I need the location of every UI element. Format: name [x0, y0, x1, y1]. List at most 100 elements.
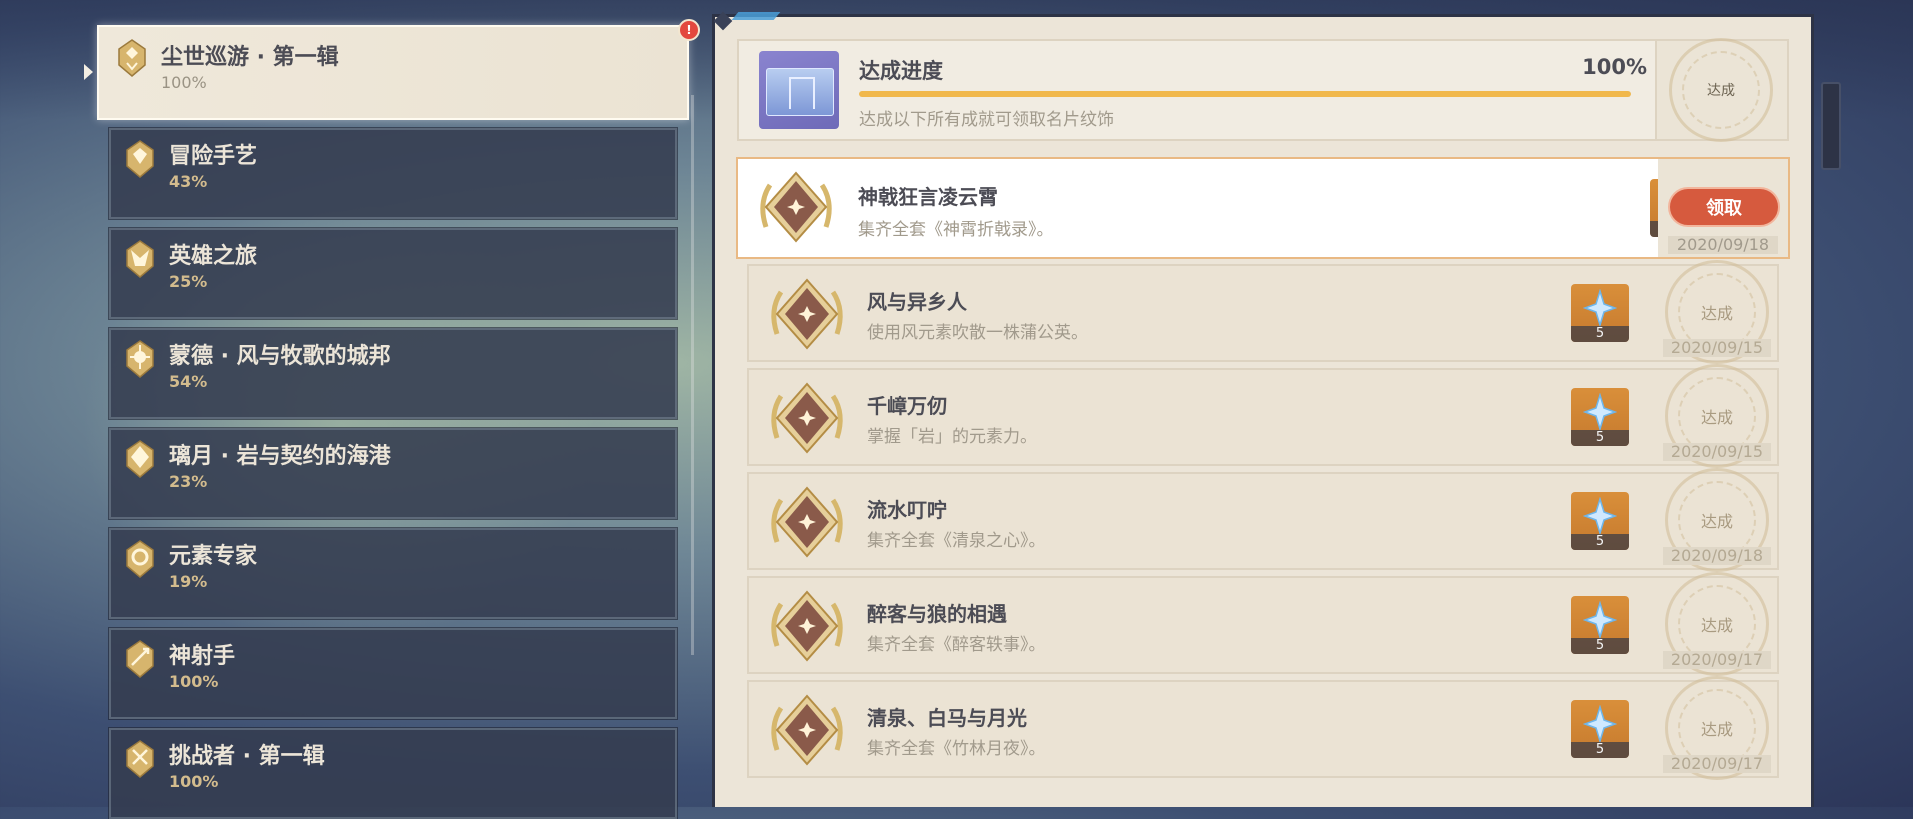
category-title: 元素专家	[169, 544, 258, 569]
achievement-medal-icon	[771, 590, 843, 662]
category-item-6[interactable]: 神射手 100%	[108, 627, 678, 720]
achievement-description: 集齐全套《竹林月夜》。	[867, 739, 1046, 759]
category-title: 蒙德 · 风与牧歌的城邦	[169, 344, 391, 369]
active-marker-arrow-icon	[84, 64, 93, 80]
completed-zone: 达成 2020/09/15	[1657, 364, 1777, 468]
completed-zone: 达成 2020/09/17	[1657, 676, 1777, 780]
reward-count: 5	[1571, 326, 1629, 342]
primogem-icon	[1583, 601, 1617, 639]
primogem-icon	[1583, 497, 1617, 535]
achievement-description: 使用风元素吹散一株蒲公英。	[867, 323, 1088, 343]
category-item-3[interactable]: 蒙德 · 风与牧歌的城邦 54%	[108, 327, 678, 420]
category-percent: 100%	[161, 73, 207, 92]
achievement-emblem-icon	[126, 540, 154, 578]
progress-percent: 100%	[1582, 55, 1647, 79]
completed-zone: 达成 2020/09/15	[1657, 260, 1777, 364]
reward-item: 5	[1571, 700, 1629, 758]
achievement-name: 千嶂万仞	[867, 394, 947, 418]
reward-item: 5	[1571, 492, 1629, 550]
category-percent: 100%	[169, 772, 219, 791]
achievement-date: 2020/09/15	[1663, 443, 1771, 461]
achievement-date: 2020/09/18	[1663, 547, 1771, 565]
achievement-row-2: 千嶂万仞 掌握「岩」的元素力。 5 达成 2020/09/15	[747, 364, 1779, 468]
category-item-4[interactable]: 璃月 · 岩与契约的海港 23%	[108, 427, 678, 520]
progress-bar-fill	[859, 91, 1631, 97]
category-title: 挑战者 · 第一辑	[169, 744, 325, 769]
achievement-name: 醉客与狼的相遇	[867, 602, 1007, 626]
namecard-thumbnail	[759, 51, 839, 129]
category-item-0[interactable]: 尘世巡游 · 第一辑 100%	[97, 25, 689, 120]
category-item-1[interactable]: 冒险手艺 43%	[108, 127, 678, 220]
achievement-emblem-icon	[126, 640, 154, 678]
seal-text: 达成	[1700, 408, 1733, 427]
achievement-row-0: 神戟狂言凌云霄 集齐全套《神霄折戟录》。 5 领取 2020/09/18	[736, 157, 1790, 259]
achievement-row-4: 醉客与狼的相遇 集齐全套《醉客轶事》。 5 达成 2020/09/17	[747, 572, 1779, 676]
panel-accent-stripe	[731, 12, 781, 20]
category-item-7[interactable]: 挑战者 · 第一辑 100%	[108, 727, 678, 819]
category-title: 冒险手艺	[169, 144, 258, 169]
achievement-medal-icon	[771, 694, 843, 766]
achievement-medal-icon	[760, 171, 832, 243]
achievement-emblem-icon	[126, 340, 154, 378]
primogem-icon	[1583, 705, 1617, 743]
completion-progress-card: 达成进度 100% 达成以下所有成就可领取名片纹饰 达成	[737, 38, 1789, 142]
achievement-description: 集齐全套《醉客轶事》。	[867, 635, 1046, 655]
category-percent: 19%	[169, 572, 208, 591]
primogem-icon	[1583, 393, 1617, 431]
completed-zone: 达成 2020/09/17	[1657, 572, 1777, 676]
reward-count: 5	[1571, 430, 1629, 446]
reward-count: 5	[1571, 534, 1629, 550]
progress-seal-zone: 达成	[1655, 38, 1787, 142]
achievement-description: 集齐全套《神霄折戟录》。	[858, 220, 1054, 240]
achievement-row-3: 流水叮咛 集齐全套《清泉之心》。 5 达成 2020/09/18	[747, 468, 1779, 572]
achievement-name: 风与异乡人	[867, 290, 967, 314]
category-item-5[interactable]: 元素专家 19%	[108, 527, 678, 620]
achievement-emblem-icon	[126, 440, 154, 478]
achievement-medal-icon	[771, 382, 843, 454]
category-percent: 25%	[169, 272, 208, 291]
achievement-emblem-icon	[126, 740, 154, 778]
seal-text: 达成	[1707, 83, 1735, 99]
achievement-name: 流水叮咛	[867, 498, 947, 522]
claim-zone: 领取 2020/09/18	[1658, 159, 1788, 257]
completed-zone: 达成 2020/09/18	[1657, 468, 1777, 572]
primogem-icon	[1583, 289, 1617, 327]
reward-item: 5	[1571, 388, 1629, 446]
completed-seal-icon: 达成	[1669, 38, 1773, 142]
achievement-date: 2020/09/17	[1663, 755, 1771, 773]
reward-item: 5	[1571, 284, 1629, 342]
achievement-date: 2020/09/17	[1663, 651, 1771, 669]
progress-bar	[859, 91, 1631, 97]
achievement-emblem-icon	[126, 140, 154, 178]
achievement-date: 2020/09/15	[1663, 339, 1771, 357]
claim-reward-button[interactable]: 领取	[1668, 187, 1780, 227]
seal-text: 达成	[1700, 512, 1733, 531]
reward-item: 5	[1571, 596, 1629, 654]
category-percent: 23%	[169, 472, 208, 491]
achievement-row-5: 清泉、白马与月光 集齐全套《竹林月夜》。 5 达成 2020/09/17	[747, 676, 1779, 780]
seal-text: 达成	[1700, 304, 1733, 323]
category-scrollbar[interactable]	[691, 95, 694, 655]
seal-text: 达成	[1700, 616, 1733, 635]
achievement-emblem-icon	[126, 240, 154, 278]
reward-count: 5	[1571, 638, 1629, 654]
seal-text: 达成	[1700, 720, 1733, 739]
achievement-medal-icon	[771, 278, 843, 350]
panel-side-tab	[1821, 82, 1841, 170]
progress-title: 达成进度	[859, 59, 943, 83]
notice-badge: !	[678, 19, 700, 41]
achievement-emblem-icon	[118, 39, 146, 77]
category-list: 尘世巡游 · 第一辑 100% ! 冒险手艺 43% 英雄之旅 25% 蒙德 ·…	[0, 0, 700, 819]
reward-count: 5	[1571, 742, 1629, 758]
category-title: 尘世巡游 · 第一辑	[161, 45, 339, 70]
achievement-description: 集齐全套《清泉之心》。	[867, 531, 1046, 551]
category-percent: 100%	[169, 672, 219, 691]
category-item-2[interactable]: 英雄之旅 25%	[108, 227, 678, 320]
achievement-date: 2020/09/18	[1668, 236, 1778, 254]
achievement-medal-icon	[771, 486, 843, 558]
category-percent: 43%	[169, 172, 208, 191]
achievement-row-1: 风与异乡人 使用风元素吹散一株蒲公英。 5 达成 2020/09/15	[747, 260, 1779, 364]
progress-description: 达成以下所有成就可领取名片纹饰	[859, 110, 1114, 130]
category-title: 璃月 · 岩与契约的海港	[169, 444, 391, 469]
category-title: 英雄之旅	[169, 244, 258, 269]
